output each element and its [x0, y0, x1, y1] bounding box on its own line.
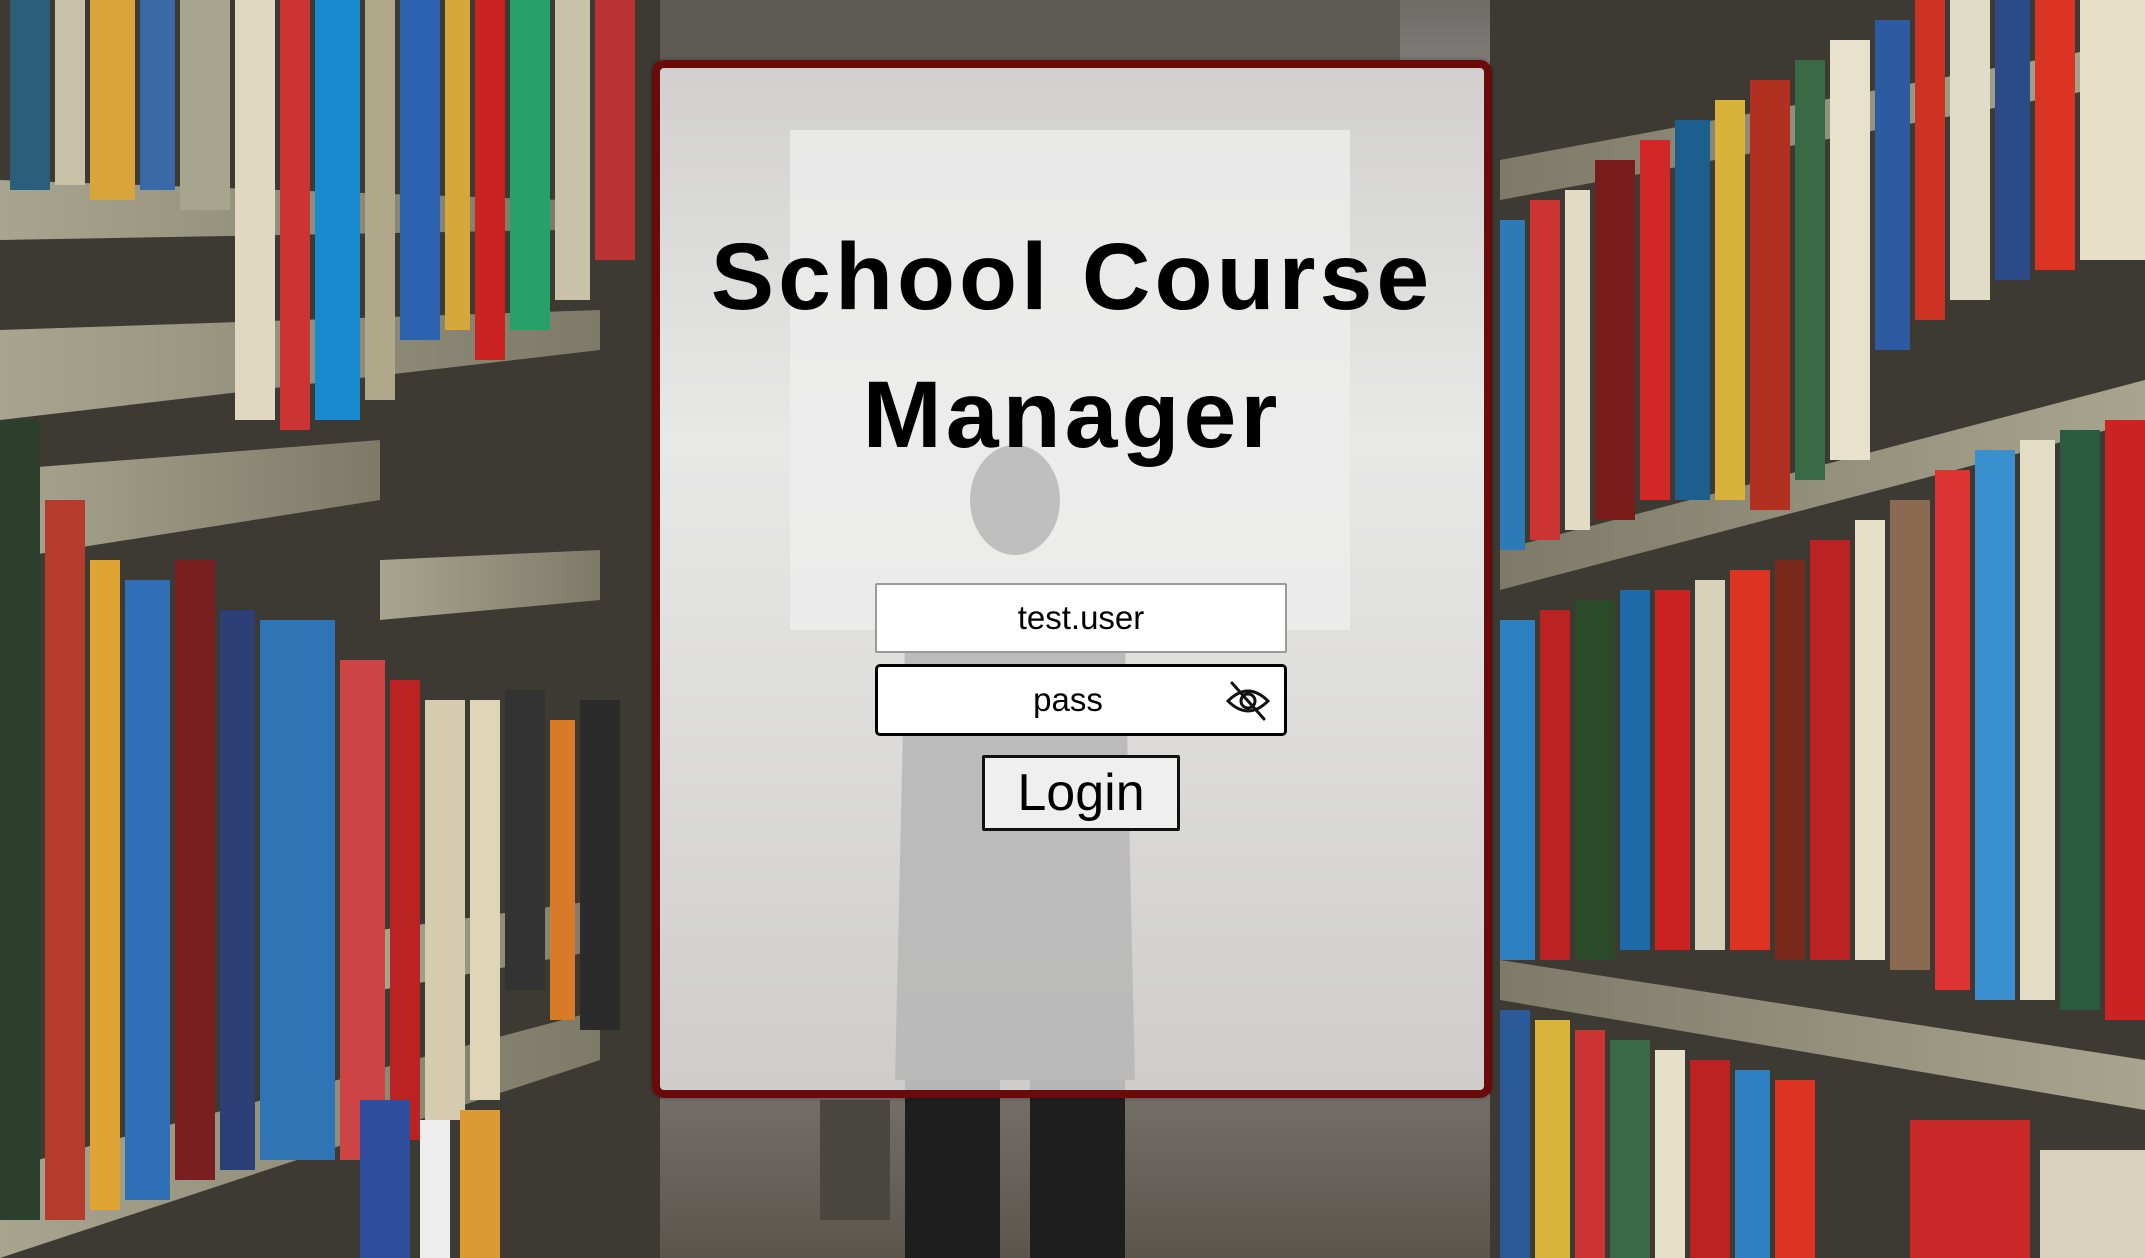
app-title: School Course Manager — [710, 224, 1434, 468]
password-field[interactable] — [875, 664, 1287, 736]
password-input[interactable] — [898, 667, 1238, 733]
username-input[interactable] — [875, 583, 1287, 653]
eye-off-icon[interactable] — [1224, 677, 1272, 725]
login-button[interactable]: Login — [982, 755, 1180, 831]
login-card: School Course Manager Login — [652, 60, 1492, 1098]
